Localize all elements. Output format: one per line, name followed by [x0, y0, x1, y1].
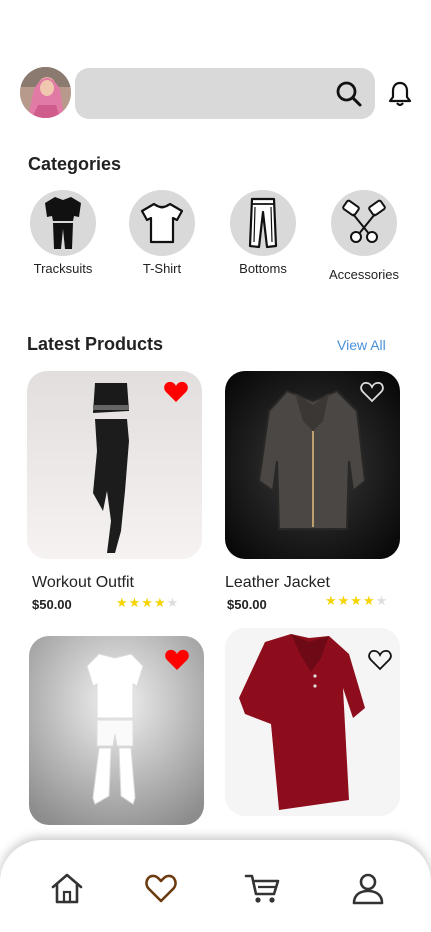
tshirt-icon — [140, 202, 184, 244]
favorite-heart-outline-icon[interactable] — [367, 648, 393, 672]
product-name: Workout Outfit — [32, 574, 134, 591]
category-label: Accessories — [328, 267, 400, 282]
category-circle — [129, 190, 195, 256]
product-rating: ★★★★★ — [116, 595, 180, 610]
heart-icon[interactable] — [143, 870, 179, 906]
profile-icon[interactable] — [350, 870, 386, 906]
tracksuit-icon — [45, 197, 81, 249]
product-price: $50.00 — [227, 597, 267, 612]
category-circle — [30, 190, 96, 256]
view-all-link[interactable]: View All — [337, 337, 386, 353]
favorite-heart-icon[interactable] — [164, 648, 190, 672]
category-bottoms[interactable]: Bottoms — [218, 190, 308, 276]
category-tshirt[interactable]: T-Shirt — [117, 190, 207, 276]
category-label: Tracksuits — [33, 261, 93, 276]
search-icon[interactable] — [334, 79, 364, 109]
category-tracksuits[interactable]: Tracksuits — [18, 190, 108, 276]
avatar[interactable] — [20, 67, 71, 118]
product-name: Leather Jacket — [225, 574, 330, 591]
cart-icon[interactable] — [244, 870, 280, 906]
categories-title: Categories — [28, 154, 122, 174]
category-circle — [331, 190, 397, 256]
category-label: Bottoms — [239, 261, 287, 276]
favorite-heart-outline-icon[interactable] — [359, 380, 385, 404]
product-price: $50.00 — [32, 597, 72, 612]
category-label: T-Shirt — [142, 261, 182, 276]
search-input[interactable] — [75, 68, 375, 119]
home-icon[interactable] — [49, 870, 85, 906]
favorite-heart-icon[interactable] — [163, 380, 189, 404]
bottom-navigation — [0, 840, 431, 932]
latest-products-title: Latest Products — [27, 334, 164, 354]
category-circle — [230, 190, 296, 256]
category-accessories[interactable]: Accessories — [319, 190, 409, 282]
pants-icon — [248, 197, 278, 249]
accessories-icon — [342, 199, 386, 243]
bell-icon[interactable] — [385, 79, 415, 109]
product-rating: ★★★★★ — [325, 593, 389, 608]
